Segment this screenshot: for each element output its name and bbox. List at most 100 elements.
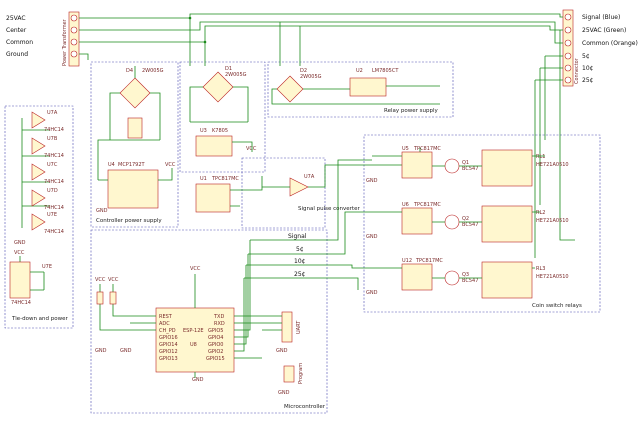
ic-ref: U4: [108, 162, 115, 168]
gnd-label: GND: [276, 348, 288, 354]
ic-value: TPC817MC: [211, 176, 239, 182]
esp-pin-left: GPIO13: [159, 356, 178, 362]
microcontroller-label: Microcontroller: [284, 404, 326, 410]
regulator-u2: U2 LM7805CT: [349, 68, 440, 97]
gnd-label: GND: [96, 208, 108, 214]
terminal-right-label: 5¢: [582, 53, 590, 60]
inverter-value: 74HC14: [44, 127, 64, 133]
ic-ref: U7E: [42, 264, 52, 270]
ic-body: [195, 183, 231, 213]
gnd-label: GND: [278, 390, 290, 396]
schmitt-inverter: [289, 177, 309, 197]
inverter-u7b: [31, 137, 46, 155]
optocoupler-body: [401, 207, 433, 235]
inverter-value: 74HC14: [44, 153, 64, 159]
esp-module: VCC GND ESP-12E U8 REST ADC CH_PD GPIO16…: [118, 240, 270, 383]
esp-pin-right: GPIO5: [208, 328, 223, 334]
transistor-value: BC547: [462, 166, 478, 172]
bridge-d4: D4 2W005G: [109, 66, 164, 140]
ic-value: TPC817MC: [413, 146, 441, 152]
tie-down-power-ic: VCC 74HC14 U7E: [9, 250, 52, 306]
esp-pin-right: TXD: [213, 314, 224, 320]
vcc-label: VCC: [190, 266, 201, 272]
terminal-left-label: Ground: [6, 51, 28, 58]
uart-header: UART GND: [262, 311, 302, 354]
esp-pin-left: GPIO14: [159, 342, 178, 348]
relay-channel-25: U12 TPC817MC Q3 BC547 RL3 HE721A0510 GND: [366, 258, 569, 299]
ic-ref: U12: [402, 258, 412, 264]
inverter-ref: U7D: [47, 188, 58, 194]
ic-body: [195, 135, 233, 157]
ic-ref: U3: [200, 128, 207, 134]
terminal-right-label: 25VAC (Green): [582, 27, 626, 34]
relay-power-label: Relay power supply: [384, 108, 438, 114]
ic-value: TPC817MC: [415, 258, 443, 264]
inverter-ref: U7E: [47, 212, 57, 218]
connector-terminal: Signal (Blue) 25VAC (Green) Common (Oran…: [562, 9, 638, 87]
inverter-value: 74HC14: [44, 229, 64, 235]
ic-body: [349, 77, 387, 97]
esp-pin-right: GPIO4: [208, 335, 223, 341]
header-body: [283, 365, 295, 383]
gnd-label: GND: [14, 240, 26, 246]
relay-ref: RL1: [536, 154, 545, 160]
transistor-q1: [444, 158, 460, 174]
ic-ref: U1: [200, 176, 207, 182]
relay-value: HE721A0510: [536, 218, 569, 224]
signal-pulse-block: [241, 157, 326, 229]
inverter-ref: U7C: [47, 162, 58, 168]
esp-ref: U8: [190, 342, 197, 348]
terminal-left-label: Common: [6, 39, 33, 46]
bridge-value: 2W005G: [300, 74, 322, 80]
optocoupler-body: [401, 263, 433, 291]
ic-value: TPC817MC: [413, 202, 441, 208]
relay-rl2: [481, 205, 533, 243]
esp-pin-right: GPIO0: [208, 342, 223, 348]
controller-power-label: Controller power supply: [96, 218, 162, 224]
tie-down-label: Tie-down and power: [11, 316, 69, 322]
terminal-body-right: [562, 9, 574, 87]
ic-body: [9, 261, 31, 299]
net-10-label: 10¢: [294, 258, 306, 265]
header-body: [281, 311, 293, 343]
inverter-u7c: [31, 163, 46, 181]
terminal-left-label: Center: [6, 27, 27, 34]
gnd-label: GND: [366, 178, 378, 184]
vcc-label: VCC: [108, 277, 119, 283]
vcc-label: VCC: [165, 162, 176, 168]
gnd-label: GND: [95, 348, 107, 354]
terminal-right-label: 25¢: [582, 77, 594, 84]
terminal-right-label: Common (Orange): [582, 40, 638, 47]
relay-channel-5: U5 TPC817MC Q1 BC547 RL1 HE721A0510 GND: [366, 146, 569, 187]
net-signal-label: Signal: [288, 233, 307, 240]
ic-body: [107, 169, 159, 209]
esp-pin-right: GPIO2: [208, 349, 223, 355]
inverter-ref: U7B: [47, 136, 58, 142]
gnd-label: GND: [192, 377, 204, 383]
ic-value: K7805: [212, 128, 228, 134]
transistor-value: BC547: [462, 278, 478, 284]
ic-ref: U6: [402, 202, 409, 208]
relay-rl1: [481, 149, 533, 187]
esp-pin-left: GPIO12: [159, 349, 178, 355]
relay-rl3: [481, 261, 533, 299]
regulator-u3: U3 K7805 VCC: [195, 128, 257, 157]
esp-pin-right: RXD: [214, 321, 225, 327]
inverter-ref: U7A: [47, 110, 58, 116]
inverter-stack: U7A 74HC14 U7B 74HC14 U7C 74HC14 U7D 74H…: [14, 110, 64, 246]
ic-value: MCP1792T: [118, 162, 146, 168]
bridge-body: [119, 77, 151, 109]
inverter-value: 74HC14: [44, 179, 64, 185]
esp-pin-left: ADC: [159, 321, 170, 327]
transformer-terminal: 25VAC Center Common Ground Power Transfo…: [6, 11, 80, 67]
transistor-value: BC547: [462, 222, 478, 228]
relay-channel-10: U6 TPC817MC Q2 BC547 RL2 HE721A0510 GND: [366, 202, 569, 243]
relay-value: HE721A0510: [536, 162, 569, 168]
coin-relays-label: Coin switch relays: [532, 303, 582, 309]
terminal-left-ref: Power Transformer: [62, 18, 68, 66]
bridge-value: 2W005G: [142, 68, 164, 74]
relay-ref: RL3: [536, 266, 545, 272]
esp-pin-left: REST: [159, 314, 173, 320]
esp-pin-right: GPIO15: [206, 356, 225, 362]
mcu-pullups: VCC VCC GND GND: [95, 277, 132, 354]
